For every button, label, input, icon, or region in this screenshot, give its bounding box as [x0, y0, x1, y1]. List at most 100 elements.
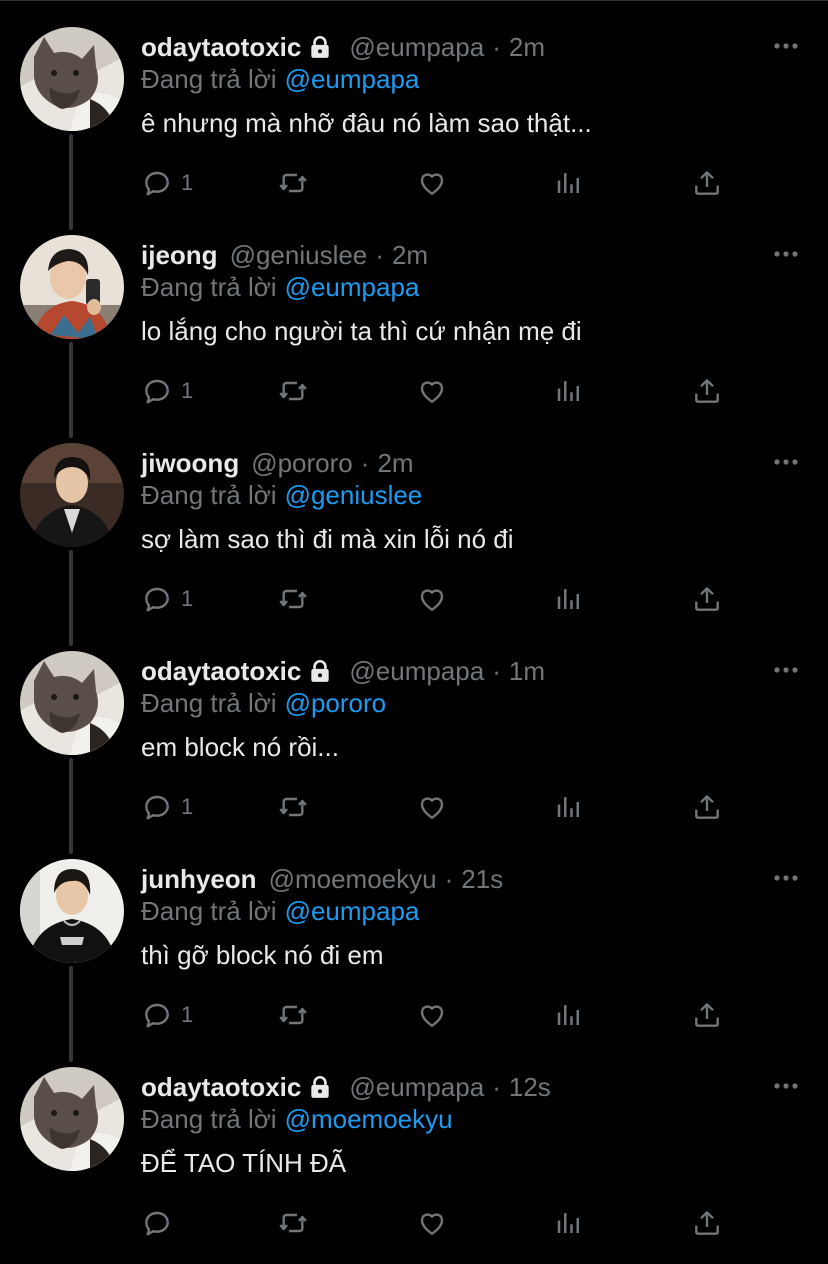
like-button[interactable] — [416, 997, 448, 1033]
like-button[interactable] — [416, 373, 448, 409]
tweet[interactable]: odaytaotoxic @eumpapa · 1m Đang trả lời @… — [0, 624, 828, 832]
tweet-header: jiwoong @pororo · 2m — [141, 446, 708, 480]
reply-button[interactable] — [141, 1205, 181, 1241]
timestamp[interactable]: 2m — [377, 448, 413, 479]
action-bar: 1 — [141, 373, 761, 409]
user-handle[interactable]: @eumpapa — [349, 32, 484, 63]
retweet-button[interactable] — [276, 1205, 310, 1241]
mention-link[interactable]: @eumpapa — [285, 896, 420, 926]
replying-to-label: Đang trả lời — [141, 64, 277, 94]
tweet[interactable]: odaytaotoxic @eumpapa · 2m Đang trả lời @… — [0, 0, 828, 208]
retweet-button[interactable] — [276, 581, 310, 617]
reply-count: 1 — [181, 794, 194, 819]
timestamp[interactable]: 2m — [392, 240, 428, 271]
display-name[interactable]: odaytaotoxic — [141, 32, 301, 63]
mention-link[interactable]: @moemoekyu — [285, 1104, 453, 1134]
mention-link[interactable]: @geniuslee — [285, 480, 423, 510]
reply-icon — [141, 999, 173, 1031]
heart-icon — [416, 583, 448, 615]
reply-button[interactable]: 1 — [141, 789, 193, 825]
action-bar — [141, 1205, 761, 1241]
reply-button[interactable]: 1 — [141, 165, 193, 201]
analytics-button[interactable] — [554, 789, 584, 825]
mention-link[interactable]: @eumpapa — [285, 272, 420, 302]
display-name[interactable]: ijeong — [141, 240, 218, 271]
separator-dot: · — [492, 655, 501, 686]
user-handle[interactable]: @eumpapa — [349, 656, 484, 687]
retweet-button[interactable] — [276, 373, 310, 409]
timestamp[interactable]: 1m — [509, 656, 545, 687]
avatar[interactable] — [20, 27, 124, 131]
display-name[interactable]: jiwoong — [141, 448, 239, 479]
share-button[interactable] — [691, 1205, 723, 1241]
analytics-button[interactable] — [554, 373, 584, 409]
user-handle[interactable]: @pororo — [251, 448, 353, 479]
share-button[interactable] — [691, 373, 723, 409]
action-bar: 1 — [141, 581, 761, 617]
like-button[interactable] — [416, 789, 448, 825]
like-button[interactable] — [416, 1205, 448, 1241]
avatar[interactable] — [20, 443, 124, 547]
replying-to-label: Đang trả lời — [141, 272, 277, 302]
analytics-icon — [554, 999, 584, 1031]
replying-to: Đang trả lời @eumpapa — [141, 896, 419, 927]
avatar[interactable] — [20, 859, 124, 963]
display-name[interactable]: odaytaotoxic — [141, 1072, 301, 1103]
more-options-icon[interactable] — [772, 1076, 800, 1096]
avatar[interactable] — [20, 651, 124, 755]
tweet[interactable]: odaytaotoxic @eumpapa · 12s Đang trả lời… — [0, 1040, 828, 1248]
user-handle[interactable]: @moemoekyu — [269, 864, 437, 895]
reply-button[interactable]: 1 — [141, 373, 193, 409]
display-name[interactable]: junhyeon — [141, 864, 257, 895]
tweet[interactable]: junhyeon @moemoekyu · 21s Đang trả lời @e… — [0, 832, 828, 1040]
reply-icon — [141, 791, 173, 823]
share-button[interactable] — [691, 789, 723, 825]
display-name[interactable]: odaytaotoxic — [141, 656, 301, 687]
timestamp[interactable]: 2m — [509, 32, 545, 63]
reply-button[interactable]: 1 — [141, 997, 193, 1033]
reply-count: 1 — [181, 378, 194, 403]
tweet-text: sợ làm sao thì đi mà xin lỗi nó đi — [141, 524, 514, 554]
lock-icon — [307, 658, 333, 684]
more-options-icon[interactable] — [772, 36, 800, 56]
tweet-header: junhyeon @moemoekyu · 21s — [141, 862, 708, 896]
heart-icon — [416, 791, 448, 823]
tweet-header: odaytaotoxic @eumpapa · 2m — [141, 30, 708, 64]
more-options-icon[interactable] — [772, 244, 800, 264]
reply-icon — [141, 1207, 173, 1239]
like-button[interactable] — [416, 581, 448, 617]
avatar[interactable] — [20, 235, 124, 339]
timestamp[interactable]: 12s — [509, 1072, 551, 1103]
share-icon — [691, 375, 723, 407]
share-button[interactable] — [691, 165, 723, 201]
analytics-button[interactable] — [554, 165, 584, 201]
like-button[interactable] — [416, 165, 448, 201]
more-options-icon[interactable] — [772, 452, 800, 472]
reply-count: 1 — [181, 170, 194, 195]
retweet-button[interactable] — [276, 997, 310, 1033]
share-button[interactable] — [691, 997, 723, 1033]
user-handle[interactable]: @geniuslee — [230, 240, 368, 271]
mention-link[interactable]: @eumpapa — [285, 64, 420, 94]
share-button[interactable] — [691, 581, 723, 617]
avatar[interactable] — [20, 1067, 124, 1171]
reply-button[interactable]: 1 — [141, 581, 193, 617]
retweet-button[interactable] — [276, 165, 310, 201]
tweet[interactable]: jiwoong @pororo · 2m Đang trả lời @genius… — [0, 416, 828, 624]
separator-dot: · — [492, 1071, 501, 1102]
analytics-button[interactable] — [554, 1205, 584, 1241]
more-options-icon[interactable] — [772, 660, 800, 680]
analytics-icon — [554, 583, 584, 615]
mention-link[interactable]: @pororo — [285, 688, 387, 718]
heart-icon — [416, 999, 448, 1031]
timestamp[interactable]: 21s — [461, 864, 503, 895]
retweet-button[interactable] — [276, 789, 310, 825]
analytics-button[interactable] — [554, 997, 584, 1033]
person-selfie-avatar-icon — [20, 235, 124, 339]
retweet-icon — [276, 375, 310, 407]
share-icon — [691, 583, 723, 615]
user-handle[interactable]: @eumpapa — [349, 1072, 484, 1103]
analytics-button[interactable] — [554, 581, 584, 617]
more-options-icon[interactable] — [772, 868, 800, 888]
tweet[interactable]: ijeong @geniuslee · 2m Đang trả lời @eump… — [0, 208, 828, 416]
